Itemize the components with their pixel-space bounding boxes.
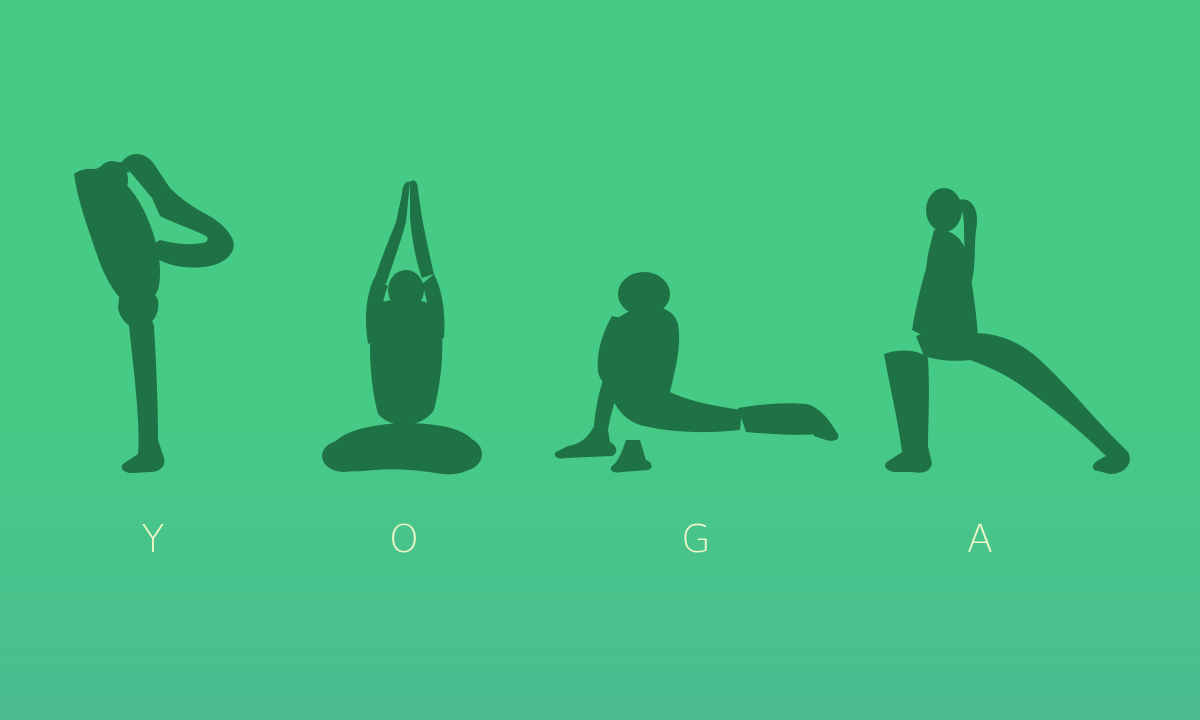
seated-arms-overhead-silhouette (322, 180, 482, 475)
letter-g: G (681, 517, 711, 561)
letter-o: O (389, 517, 419, 561)
dancer-pose-silhouette (74, 153, 234, 473)
lunge-pose-silhouette (884, 188, 1130, 474)
letter-y: Y (141, 517, 165, 561)
letter-a: A (967, 517, 993, 561)
cobra-pose-silhouette (554, 272, 839, 473)
yoga-illustration: Y O G A (0, 0, 1200, 720)
